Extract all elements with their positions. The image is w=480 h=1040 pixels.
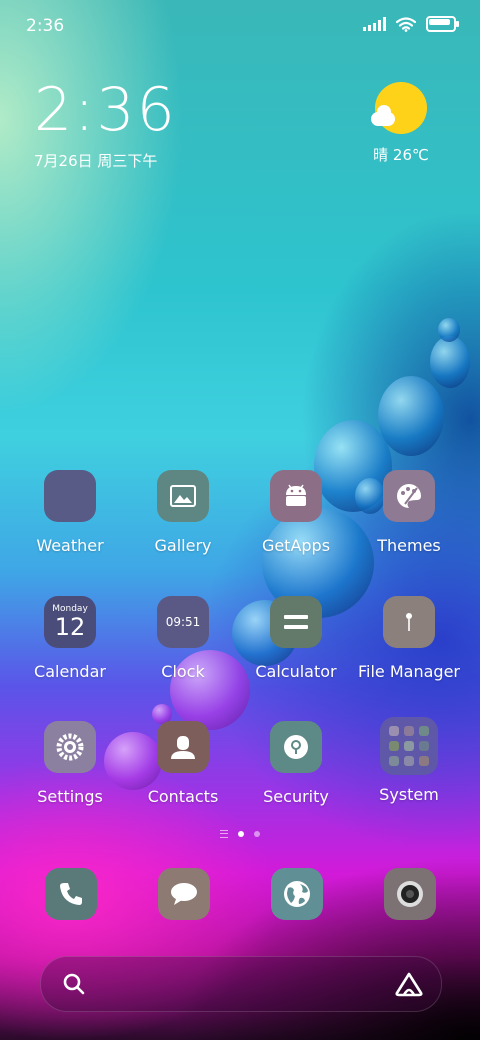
app-label: Gallery: [154, 536, 212, 555]
clock-date: 7月26日 周三下午: [34, 152, 158, 170]
app-label: File Manager: [358, 662, 460, 681]
gallery-icon: [157, 470, 209, 522]
getapps-icon: [270, 470, 322, 522]
app-label: Themes: [377, 536, 441, 555]
app-getapps[interactable]: GetApps: [240, 470, 352, 555]
app-label: Settings: [37, 787, 103, 806]
app-contacts[interactable]: Contacts: [127, 721, 239, 806]
browser-icon: [284, 881, 310, 907]
app-weather[interactable]: Weather: [14, 470, 126, 555]
search-icon[interactable]: [63, 973, 85, 995]
battery-icon: [426, 16, 459, 32]
app-label: Calendar: [34, 662, 106, 681]
app-system-folder[interactable]: System: [353, 717, 465, 804]
app-label: Clock: [161, 662, 205, 681]
dock-browser-button[interactable]: [271, 868, 323, 920]
sunny-icon: [371, 82, 427, 134]
app-label: Security: [263, 787, 329, 806]
page-dot-2[interactable]: [254, 831, 260, 837]
clock-icon-time: 09:51: [165, 615, 201, 629]
app-clock[interactable]: 09:51 Clock: [127, 596, 239, 681]
calculator-icon: [270, 596, 322, 648]
app-label: System: [379, 785, 439, 804]
camera-icon: [397, 881, 423, 907]
weather-widget[interactable]: 晴 26℃: [356, 82, 446, 165]
security-icon: [270, 721, 322, 773]
clock-widget[interactable]: 2:36 7月26日 周三下午: [34, 80, 177, 171]
app-file-manager[interactable]: File Manager: [353, 596, 465, 681]
calendar-icon: Monday 12: [44, 596, 96, 648]
phone-icon: [60, 883, 82, 905]
app-calendar[interactable]: Monday 12 Calendar: [14, 596, 126, 681]
app-security[interactable]: Security: [240, 721, 352, 806]
app-themes[interactable]: Themes: [353, 470, 465, 555]
system-folder-icon: [380, 717, 438, 775]
page-indicator[interactable]: [0, 830, 480, 838]
page-dot-feed[interactable]: [220, 830, 228, 838]
app-calculator[interactable]: Calculator: [240, 596, 352, 681]
app-label: Calculator: [255, 662, 337, 681]
weather-text: 晴 26℃: [373, 146, 429, 164]
search-bar[interactable]: [40, 956, 442, 1012]
dock-phone-button[interactable]: [45, 868, 97, 920]
weather-icon: [44, 470, 96, 522]
app-label: Contacts: [147, 787, 219, 806]
calendar-date: 12: [54, 613, 86, 641]
assistant-icon[interactable]: [395, 971, 423, 997]
dock-camera-button[interactable]: [384, 868, 436, 920]
status-time: 2:36: [26, 16, 65, 36]
clock-time: 2:36: [34, 75, 177, 145]
contacts-icon: [157, 721, 209, 773]
status-icons: [363, 16, 459, 32]
themes-icon: [383, 470, 435, 522]
app-gallery[interactable]: Gallery: [127, 470, 239, 555]
messages-icon: [171, 883, 197, 905]
wifi-icon: [396, 16, 416, 32]
signal-icon: [363, 17, 386, 31]
status-bar: 2:36: [0, 0, 480, 50]
clock-icon: 09:51: [157, 596, 209, 648]
settings-icon: [44, 721, 96, 773]
app-label: GetApps: [261, 536, 331, 555]
page-dot-1[interactable]: [238, 831, 244, 837]
dock-messages-button[interactable]: [158, 868, 210, 920]
app-label: Weather: [36, 536, 104, 555]
file-manager-icon: [383, 596, 435, 648]
app-settings[interactable]: Settings: [14, 721, 126, 806]
